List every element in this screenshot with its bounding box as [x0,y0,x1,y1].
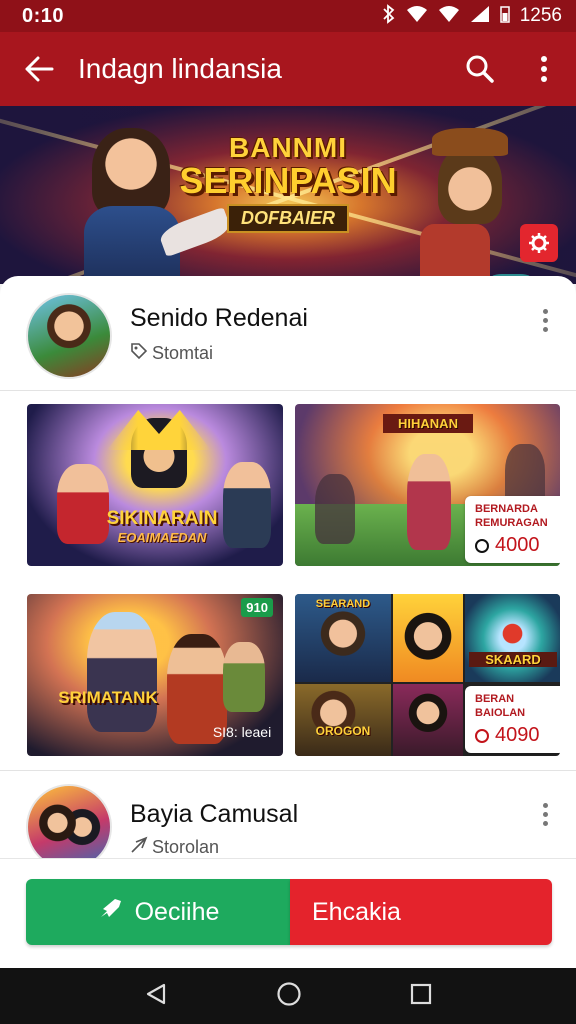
bluetooth-icon [382,3,396,29]
settings-badge-icon[interactable] [520,224,558,262]
section-subtitle: Storolan [152,837,220,857]
secondary-action-button[interactable]: Ehcakia [290,879,552,945]
tile-corner-tag: 910 [241,598,273,617]
game-tile[interactable]: SEARAND SKAARD OROGON BERAN BAIOLAN 4090 [295,594,560,756]
game-tile[interactable]: SIKINARAIN EOAIMAEDAN [27,404,283,566]
game-tile[interactable]: SRIMATANK 910 SI8: leaei [27,594,283,756]
nav-back-icon[interactable] [144,982,168,1011]
coin-icon [475,538,489,553]
hero-logo: BANNMI SERINPASIN DOFBAIER [178,132,398,246]
app-bar: Indagn lindansia [0,32,576,106]
search-icon[interactable] [448,32,512,106]
status-time: 0:10 [22,4,65,27]
tag-icon [130,342,148,365]
signal-icon [438,5,460,28]
system-nav-bar [0,968,576,1024]
battery-indicator [499,5,510,28]
page-title: Indagn lindansia [78,53,282,84]
section-subtitle: Stomtai [152,343,214,363]
section-title: Bayia Camusal [130,800,299,828]
section-title: Senido Redenai [130,304,308,332]
status-bar: 0:10 1256 [0,0,576,32]
hero-banner[interactable]: BANNMI SERINPASIN DOFBAIER [0,106,576,284]
primary-action-button[interactable]: Oeciihe [26,879,290,945]
price-card[interactable]: BERNARDA REMURAGAN 4000 [465,496,560,563]
hero-character-right [420,224,490,284]
wifi-icon [406,5,428,28]
action-bar: Oeciihe Ehcakia [0,858,576,968]
price: 4000 [495,534,540,556]
coin-icon [475,728,489,743]
hero-character-left [92,128,170,218]
price-card[interactable]: BERAN BAIOLAN 4090 [465,686,560,753]
nav-recents-icon[interactable] [410,983,432,1010]
more-vert-icon[interactable] [538,794,552,834]
battery-icon [470,5,490,28]
nav-home-icon[interactable] [276,981,302,1012]
more-vert-icon[interactable] [538,300,552,340]
primary-action-label: Oeciihe [134,897,220,926]
status-right-text: 1256 [519,5,562,26]
rocket-icon [97,897,123,928]
secondary-action-label: Ehcakia [312,897,401,926]
more-vert-icon[interactable] [512,32,576,106]
avatar[interactable] [26,293,112,379]
price: 4090 [495,724,540,746]
send-icon [130,836,148,859]
back-arrow-icon[interactable] [0,32,78,106]
section-header-1[interactable]: Senido Redenai Stomtai [0,276,576,388]
game-tile[interactable]: HIHANAN BERNARDA REMURAGAN 4000 [295,404,560,566]
